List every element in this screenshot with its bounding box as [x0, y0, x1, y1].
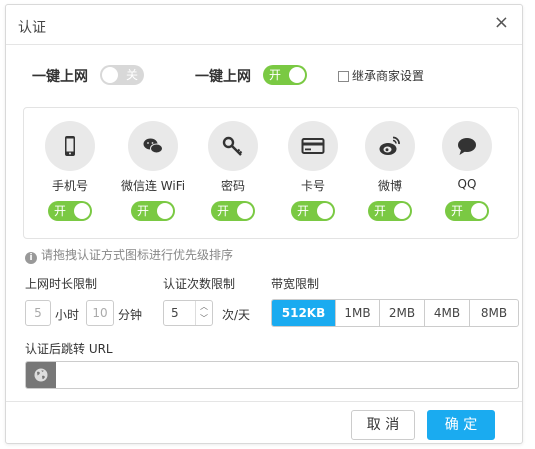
toggle-text: 开 [269, 68, 282, 82]
stepper-arrows: ︿ ﹀ [195, 301, 212, 325]
minutes-input[interactable]: 10 [86, 300, 114, 326]
dialog-title: 认证 [18, 20, 46, 36]
bandwidth-8mb[interactable]: 8MB [469, 300, 518, 326]
quick-online-toggle-1[interactable]: 关 [100, 65, 144, 85]
toggle-text: 开 [137, 204, 150, 218]
method-toggle[interactable]: 开 [211, 201, 255, 221]
close-icon[interactable]: × [494, 14, 509, 32]
drag-hint: i 请拖拽认证方式图标进行优先级排序 [25, 246, 233, 264]
quick-online-toggle-2[interactable]: 开 [263, 65, 307, 85]
minutes-unit: 分钟 [118, 308, 143, 322]
count-unit: 次/天 [222, 308, 251, 322]
dialog-footer: 取 消 确 定 [6, 401, 522, 445]
toggle-text: 开 [374, 204, 387, 218]
drag-hint-text: 请拖拽认证方式图标进行优先级排序 [41, 248, 234, 262]
hours-input[interactable]: 5 [25, 300, 51, 326]
count-stepper[interactable]: 5 ︿ ﹀ [163, 300, 213, 326]
cancel-button[interactable]: 取 消 [351, 410, 415, 440]
method-label: QQ [457, 177, 477, 191]
bandwidth-limit-label: 带宽限制 [271, 277, 320, 291]
auth-methods-panel: 手机号 开 微信连 WiFi 开 密码 开 卡号 开 微博 开 QQ 开 [23, 107, 519, 239]
toggle-text: 开 [217, 204, 230, 218]
inherit-checkbox-label: 继承商家设置 [352, 69, 425, 83]
method-toggle[interactable]: 开 [368, 201, 412, 221]
chevron-up-icon[interactable]: ︿ [196, 301, 212, 313]
bandwidth-4mb[interactable]: 4MB [424, 300, 469, 326]
quick-online-row: 一键上网 关 一键上网 开 继承商家设置 [6, 63, 522, 87]
confirm-button[interactable]: 确 定 [427, 410, 495, 440]
method-label: 手机号 [51, 179, 88, 193]
toggle-text: 开 [297, 204, 310, 218]
quick-online-label-1: 一键上网 [32, 69, 88, 85]
hours-unit: 小时 [55, 308, 80, 322]
toggle-knob [394, 203, 410, 219]
info-icon: i [25, 252, 37, 264]
dialog-header: 认证 × [6, 5, 522, 45]
toggle-knob [317, 203, 333, 219]
bandwidth-1mb[interactable]: 1MB [335, 300, 379, 326]
key-icon[interactable] [208, 121, 258, 171]
toggle-knob [102, 67, 118, 83]
card-icon[interactable] [288, 121, 338, 171]
wechat-icon[interactable] [128, 121, 178, 171]
globe-icon [26, 362, 56, 388]
toggle-knob [289, 67, 305, 83]
method-toggle[interactable]: 开 [48, 201, 92, 221]
method-label: 密码 [220, 179, 245, 193]
count-value: 5 [171, 306, 179, 320]
chevron-down-icon[interactable]: ﹀ [196, 313, 212, 325]
toggle-text: 开 [54, 204, 67, 218]
count-limit-label: 认证次数限制 [163, 277, 236, 291]
method-toggle[interactable]: 开 [131, 201, 175, 221]
bandwidth-2mb[interactable]: 2MB [379, 300, 424, 326]
phone-icon[interactable] [45, 121, 95, 171]
auth-dialog: 认证 × 一键上网 关 一键上网 开 继承商家设置 手机号 开 微信连 WiFi… [5, 4, 523, 444]
method-toggle[interactable]: 开 [291, 201, 335, 221]
toggle-text: 开 [451, 204, 464, 218]
quick-online-label-2: 一键上网 [195, 69, 251, 85]
toggle-knob [74, 203, 90, 219]
toggle-knob [237, 203, 253, 219]
bandwidth-options: 512KB 1MB 2MB 4MB 8MB [271, 299, 519, 327]
redirect-url-input[interactable] [25, 361, 519, 389]
method-label: 微信连 WiFi [120, 179, 186, 193]
toggle-knob [471, 203, 487, 219]
inherit-checkbox[interactable] [338, 71, 349, 82]
redirect-url-label: 认证后跳转 URL [25, 342, 113, 356]
toggle-knob [157, 203, 173, 219]
bandwidth-512kb[interactable]: 512KB [272, 300, 335, 326]
weibo-icon[interactable] [365, 121, 415, 171]
toggle-text: 关 [125, 68, 138, 82]
method-toggle[interactable]: 开 [445, 201, 489, 221]
duration-limit-label: 上网时长限制 [25, 277, 98, 291]
qq-icon[interactable] [442, 121, 492, 171]
